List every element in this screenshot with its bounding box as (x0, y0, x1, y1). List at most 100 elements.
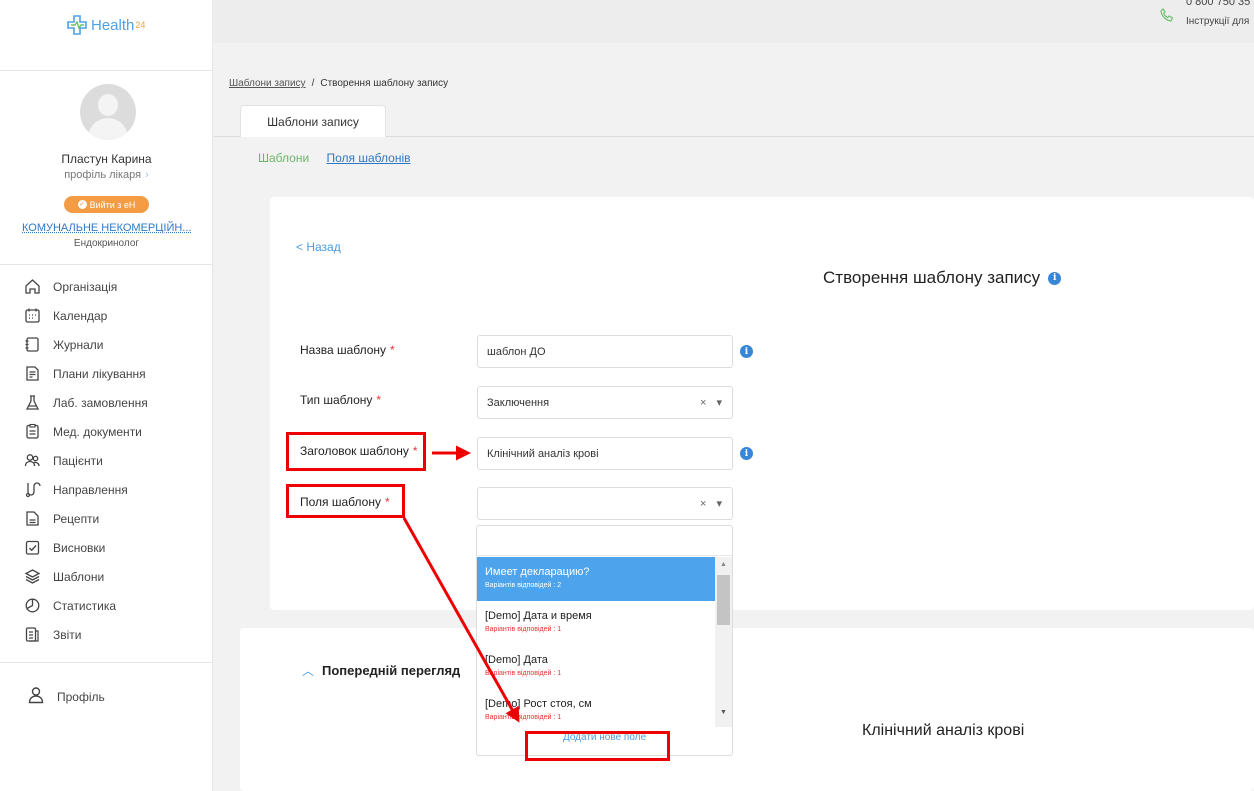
sidebar-item-label: Рецепти (53, 511, 100, 526)
fields-dropdown: Имеет декларацию? Варіантів відповідей :… (476, 525, 733, 756)
hotline-number[interactable]: 0 800 750 35 (1186, 0, 1250, 8)
sidebar-item-conclusions[interactable]: Висновки (24, 533, 148, 562)
subtab-templates[interactable]: Шаблони (258, 151, 309, 165)
subtabs: Шаблони Поля шаблонів (258, 151, 410, 165)
check-circle-icon: ✓ (77, 200, 87, 209)
sidebar-item-templates[interactable]: Шаблони (24, 562, 148, 591)
option-subtitle: Варіантів відповідей : 1 (485, 626, 562, 633)
top-bar (214, 0, 1254, 43)
template-name-input[interactable]: шаблон ДО (477, 335, 733, 368)
option-subtitle: Варіантів відповідей : 1 (485, 670, 562, 677)
sidebar-item-lab-orders[interactable]: Лаб. замовлення (24, 388, 148, 417)
sidebar-item-prescriptions[interactable]: Рецепти (24, 504, 148, 533)
sidebar-item-organization[interactable]: Організація (24, 272, 148, 301)
sidebar-item-label: Журнали (53, 337, 104, 352)
sidebar-item-patients[interactable]: Пацієнти (24, 446, 148, 475)
dropdown-option[interactable]: [Demo] Дата Варіантів відповідей : 1 (477, 645, 715, 689)
sidebar-item-treatment-plans[interactable]: Плани лікування (24, 359, 148, 388)
chevron-down-icon[interactable]: ▾ (716, 396, 722, 409)
prescription-icon (24, 510, 41, 527)
avatar[interactable] (80, 84, 136, 140)
dropdown-option[interactable]: [Demo] Дата и время Варіантів відповідей… (477, 601, 715, 645)
sidebar: Health 24 Пластун Карина профіль лікаря › … (0, 0, 213, 791)
patients-icon (24, 452, 41, 469)
clipboard-icon (24, 423, 41, 440)
sidebar-menu: Організація Календар Журнали Плани лікув… (24, 272, 148, 649)
dropdown-option[interactable]: [Demo] Рост стоя, см Варіантів відповіде… (477, 689, 715, 733)
clear-icon[interactable]: × (700, 498, 706, 510)
logo-sup: 24 (135, 20, 146, 30)
option-title: [Demo] Дата (485, 654, 548, 666)
sidebar-item-label: Лаб. замовлення (53, 395, 148, 410)
template-type-select[interactable]: Заключення × ▾ (477, 386, 733, 419)
info-icon[interactable]: i (1048, 271, 1062, 285)
preview-toggle[interactable]: ︿ Попередній перегляд (302, 662, 460, 679)
sidebar-item-label: Організація (53, 279, 118, 294)
sidebar-item-reports[interactable]: Звіти (24, 620, 148, 649)
annotation-box-fields (286, 484, 405, 518)
annotation-box-header (286, 432, 426, 471)
scrollbar-thumb[interactable] (717, 575, 730, 625)
info-icon[interactable]: i (740, 345, 753, 358)
template-name-label: Назва шаблону * (300, 343, 395, 357)
scroll-up-icon[interactable]: ▲ (720, 561, 727, 568)
conclusion-icon (24, 539, 41, 556)
ehealth-logout-button[interactable]: ✓ Вийти з еН (64, 196, 149, 213)
divider (0, 264, 213, 265)
scroll-down-icon[interactable]: ▼ (720, 709, 727, 716)
treatment-plan-icon (24, 365, 41, 382)
template-header-input[interactable]: Клінічний аналіз крові (477, 437, 733, 470)
organization-link[interactable]: КОМУНАЛЬНЕ НЕКОМЕРЦІЙН... (22, 222, 191, 234)
report-icon (24, 626, 41, 643)
sidebar-item-profile[interactable]: Профіль (27, 686, 105, 707)
sidebar-item-label: Календар (53, 308, 108, 323)
back-link[interactable]: < Назад (296, 240, 341, 254)
calendar-icon (24, 307, 41, 324)
chevron-down-icon[interactable]: ▾ (716, 497, 722, 510)
doctor-specialty: Ендокринолог (73, 238, 140, 249)
template-type-value: Заключення (487, 396, 550, 409)
sidebar-item-statistics[interactable]: Статистика (24, 591, 148, 620)
sidebar-item-label: Мед. документи (53, 424, 142, 439)
sidebar-item-label: Шаблони (53, 569, 105, 584)
sidebar-item-calendar[interactable]: Календар (24, 301, 148, 330)
flask-icon (24, 394, 41, 411)
clear-icon[interactable]: × (700, 397, 706, 409)
option-subtitle: Варіантів відповідей : 1 (485, 714, 562, 721)
ehealth-logout-label: Вийти з еН (89, 199, 136, 210)
preview-heading: Попередній перегляд (322, 663, 461, 678)
logo-text: Health (91, 16, 135, 34)
breadcrumb-separator: / (311, 78, 315, 89)
info-icon[interactable]: i (740, 447, 753, 460)
template-type-label: Тип шаблону * (300, 393, 381, 407)
user-name: Пластун Карина (61, 152, 152, 166)
template-form-card (270, 197, 1254, 610)
dropdown-search-input[interactable] (477, 526, 732, 556)
subtab-template-fields[interactable]: Поля шаблонів (327, 151, 411, 165)
user-icon (27, 686, 45, 707)
template-name-label-text: Назва шаблону (300, 343, 387, 357)
dropdown-option[interactable]: Имеет декларацию? Варіантів відповідей :… (477, 557, 715, 601)
breadcrumb-current: Створення шаблону запису (320, 78, 449, 89)
sidebar-item-med-documents[interactable]: Мед. документи (24, 417, 148, 446)
option-title: [Demo] Рост стоя, см (485, 698, 592, 710)
required-mark: * (376, 393, 382, 407)
phone-icon[interactable] (1160, 8, 1174, 22)
app-logo[interactable]: Health 24 (66, 14, 145, 36)
tab-record-templates[interactable]: Шаблони запису (240, 105, 386, 137)
referral-icon (24, 481, 41, 498)
template-fields-select[interactable]: × ▾ (477, 487, 733, 520)
sidebar-item-label: Звіти (53, 627, 82, 642)
dropdown-scrollbar[interactable]: ▲ ▼ (715, 557, 732, 727)
instructions-link[interactable]: Інструкції для (1186, 16, 1249, 27)
sidebar-item-label: Пацієнти (53, 453, 103, 468)
sidebar-item-journals[interactable]: Журнали (24, 330, 148, 359)
doctor-profile-link[interactable]: профіль лікаря › (0, 169, 213, 181)
breadcrumb-templates-link[interactable]: Шаблони запису (229, 78, 306, 89)
sidebar-item-label: Направлення (53, 482, 128, 497)
sidebar-item-label: Профіль (57, 689, 105, 704)
option-title: [Demo] Дата и время (485, 610, 592, 622)
health-logo-icon (67, 15, 87, 35)
journal-icon (24, 336, 41, 353)
sidebar-item-referrals[interactable]: Направлення (24, 475, 148, 504)
